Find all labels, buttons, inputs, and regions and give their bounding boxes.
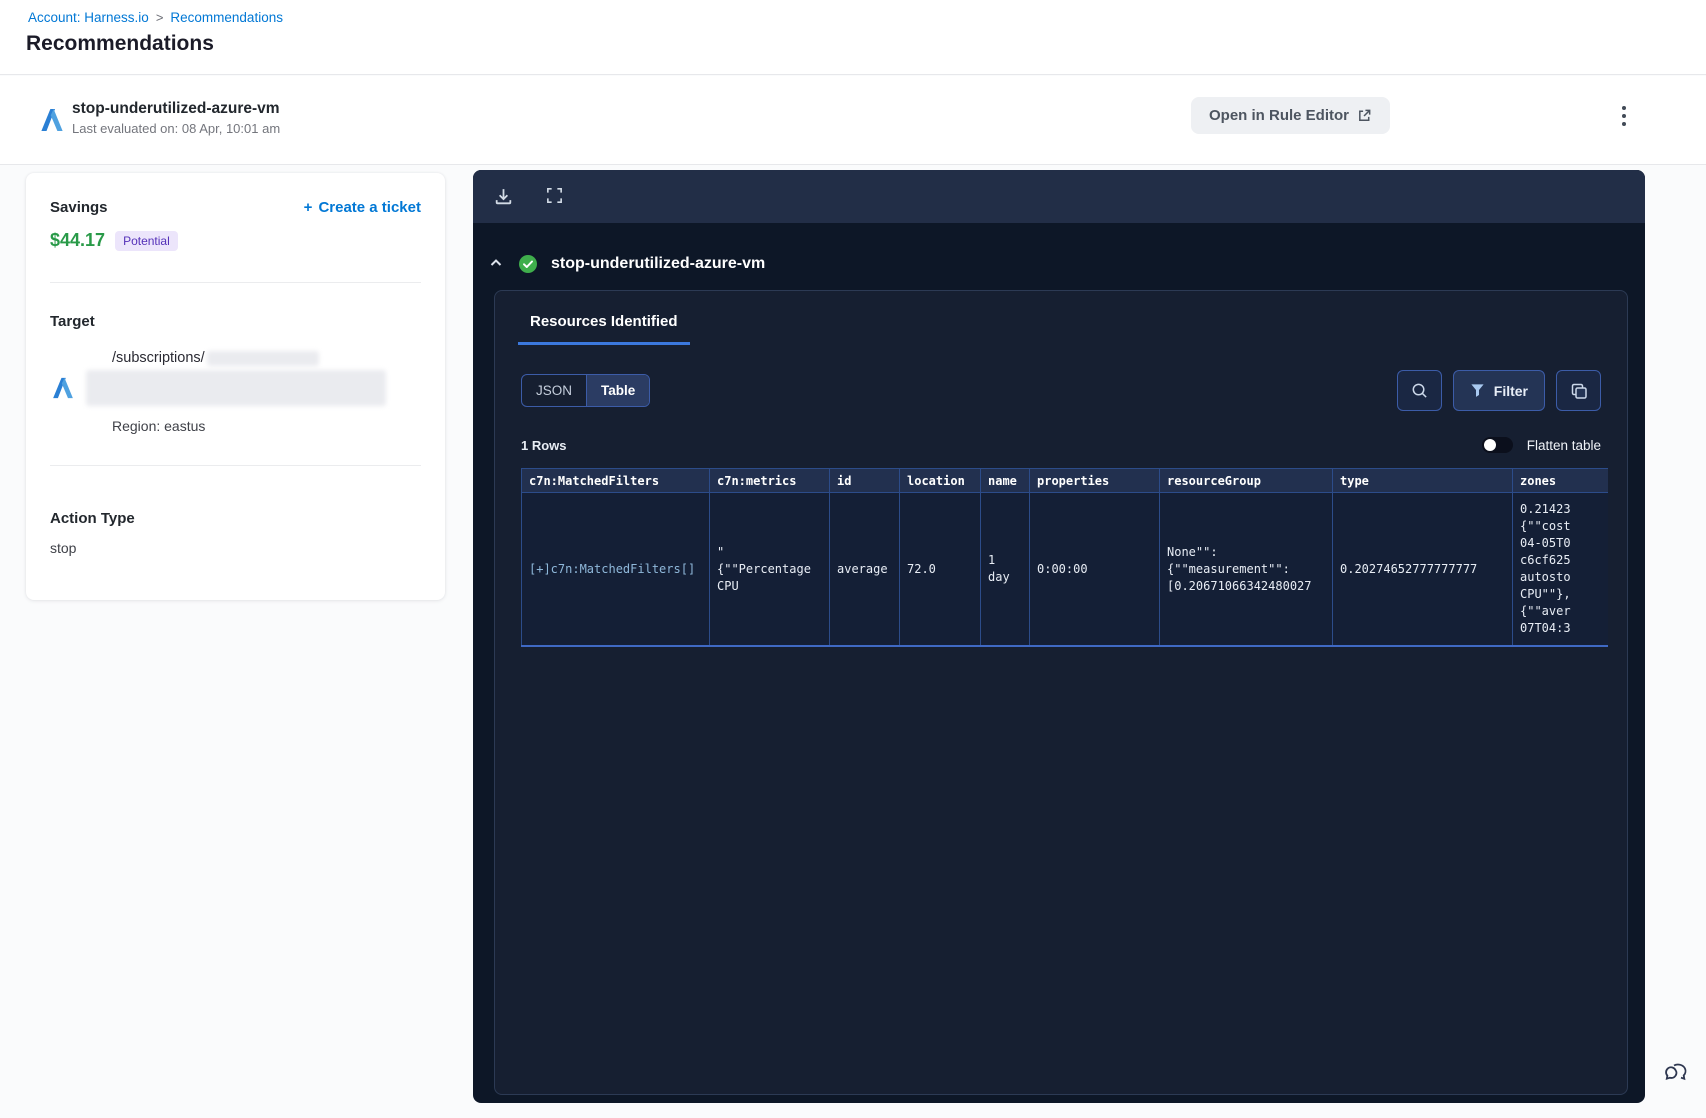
cell-location: 72.0 <box>899 492 981 647</box>
resources-table-wrapper: c7n:MatchedFilters c7n:metrics id locati… <box>521 468 1608 647</box>
savings-label: Savings <box>50 199 108 216</box>
filter-button[interactable]: Filter <box>1452 370 1545 411</box>
search-button[interactable] <box>1396 370 1442 411</box>
target-path: /subscriptions/ <box>112 350 205 366</box>
cell-matched-filters: [+]c7n:MatchedFilters[] <box>521 492 710 647</box>
more-menu-button[interactable] <box>1610 98 1638 134</box>
column-header: c7n:metrics <box>709 468 830 493</box>
breadcrumb-recommendations-link[interactable]: Recommendations <box>170 10 283 25</box>
panel-toolbar <box>473 170 1645 223</box>
card-divider <box>50 465 421 466</box>
column-header: c7n:MatchedFilters <box>521 468 710 493</box>
cell-properties: 0:00:00 <box>1029 492 1160 647</box>
table-row: [+]c7n:MatchedFilters[] " {""Percentage … <box>521 492 1608 647</box>
evaluation-results-panel: stop-underutilized-azure-vm Resources Id… <box>473 170 1645 1103</box>
breadcrumb-account-link[interactable]: Account: Harness.io <box>28 10 149 25</box>
rows-count: 1 Rows <box>521 437 567 453</box>
external-link-icon <box>1359 109 1371 121</box>
json-view-button[interactable]: JSON <box>522 375 588 406</box>
filter-label: Filter <box>1493 382 1528 399</box>
plus-icon: + <box>303 199 313 216</box>
redacted-text-block <box>86 370 386 406</box>
download-button[interactable] <box>492 186 514 208</box>
cell-metrics: " {""Percentage CPU <box>709 492 830 647</box>
open-rule-editor-label: Open in Rule Editor <box>1208 107 1349 124</box>
top-bar: Account: Harness.io > Recommendations Reco… <box>0 0 1706 75</box>
table-view-button[interactable]: Table <box>587 375 650 406</box>
chat-bubbles-icon <box>1665 1063 1687 1081</box>
region-text: Region: eastus <box>112 418 206 434</box>
breadcrumb: Account: Harness.io > Recommendations <box>28 10 283 25</box>
resources-container: Resources Identified JSON Table Filter 1… <box>494 290 1628 1095</box>
search-icon <box>1412 383 1427 398</box>
last-evaluated-text: Last evaluated on: 08 Apr, 10:01 am <box>72 121 281 136</box>
flatten-table-toggle[interactable] <box>1481 437 1513 453</box>
cell-type: 0.20274652777777777 <box>1332 492 1513 647</box>
recommendation-details-card: Savings + Create a ticket $44.17 Potenti… <box>26 173 445 600</box>
cell-zones: 0.21423 {""cost 04-05T0 c6cf625 autosto … <box>1512 492 1608 647</box>
recommendation-header: stop-underutilized-azure-vm Last evaluat… <box>0 76 1706 165</box>
azure-icon <box>41 109 63 131</box>
support-chat-button[interactable] <box>1660 1056 1694 1090</box>
breadcrumb-separator: > <box>155 10 164 25</box>
column-header: type <box>1332 468 1513 493</box>
cell-resource-group: None"": {""measurement"": [0.20671066342… <box>1159 492 1333 647</box>
table-header-row: c7n:MatchedFilters c7n:metrics id locati… <box>521 468 1608 493</box>
cell-id: average <box>829 492 900 647</box>
matched-filters-expand-link[interactable]: [+]c7n:MatchedFilters[] <box>529 562 695 576</box>
savings-amount: $44.17 <box>50 230 106 250</box>
panel-rule-title: stop-underutilized-azure-vm <box>551 255 766 272</box>
create-ticket-label: Create a ticket <box>318 199 421 216</box>
action-type-label: Action Type <box>50 510 135 527</box>
page-title: Recommendations <box>26 32 214 55</box>
card-divider <box>50 282 421 283</box>
target-label: Target <box>50 313 95 330</box>
column-header: properties <box>1029 468 1160 493</box>
column-header: location <box>899 468 981 493</box>
column-header: zones <box>1512 468 1608 493</box>
potential-badge: Potential <box>115 230 178 251</box>
open-rule-editor-button[interactable]: Open in Rule Editor <box>1190 97 1390 134</box>
success-check-icon <box>519 255 537 273</box>
action-type-value: stop <box>50 540 77 556</box>
copy-button[interactable] <box>1556 370 1601 411</box>
azure-icon <box>53 377 73 399</box>
recommendation-title: stop-underutilized-azure-vm <box>72 100 280 117</box>
copy-icon <box>1571 383 1587 399</box>
filter-icon <box>1471 384 1484 397</box>
resources-table: c7n:MatchedFilters c7n:metrics id locati… <box>521 468 1608 647</box>
redacted-text-bar <box>206 350 319 366</box>
fullscreen-button[interactable] <box>543 186 565 208</box>
cell-name: 1 day <box>980 492 1030 647</box>
view-mode-toggle: JSON Table <box>521 374 651 407</box>
column-header: resourceGroup <box>1159 468 1333 493</box>
tab-resources-identified[interactable]: Resources Identified <box>518 313 690 345</box>
collapse-chevron-button[interactable] <box>487 255 505 273</box>
column-header: id <box>829 468 900 493</box>
create-ticket-button[interactable]: + Create a ticket <box>304 199 421 216</box>
flatten-table-label: Flatten table <box>1526 437 1601 453</box>
column-header: name <box>980 468 1030 493</box>
